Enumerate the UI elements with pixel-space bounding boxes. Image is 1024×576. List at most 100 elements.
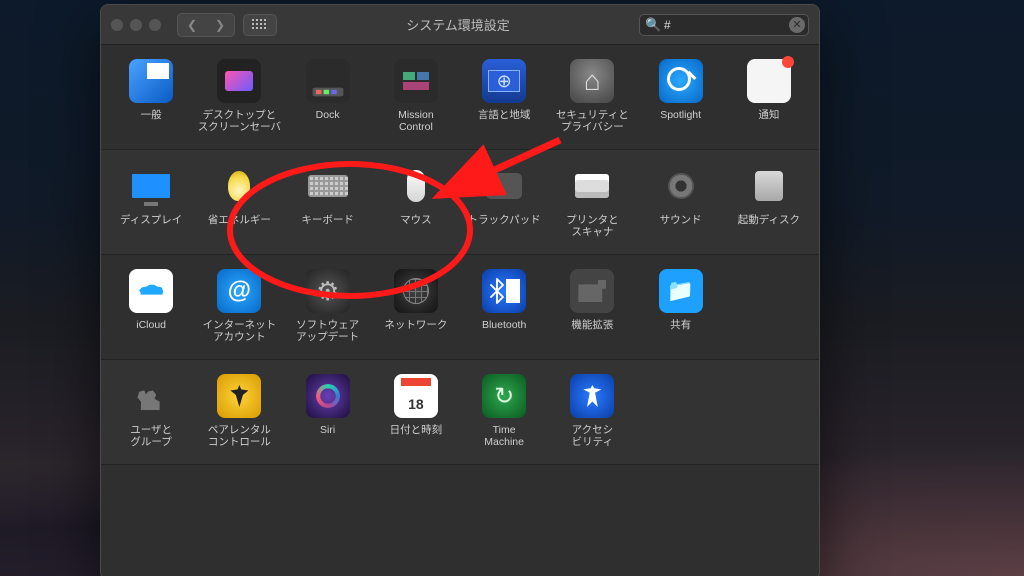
pref-pane-keyboard[interactable]: キーボード [284, 162, 372, 240]
internet-icon [217, 269, 261, 313]
search-field-wrap[interactable]: 🔍 ✕ [639, 14, 809, 36]
network-icon [394, 269, 438, 313]
pref-pane-dock[interactable]: Dock [284, 57, 372, 135]
pref-pane-general[interactable]: 一般 [107, 57, 195, 135]
keyboard-icon [306, 164, 350, 208]
desktop-icon [217, 59, 261, 103]
pref-pane-display[interactable]: ディスプレイ [107, 162, 195, 240]
pref-pane-label: Bluetooth [482, 319, 526, 343]
bt-icon [482, 269, 526, 313]
window-controls[interactable] [111, 19, 161, 31]
pref-pane-mission[interactable]: Mission Control [372, 57, 460, 135]
pref-pane-label: Siri [320, 424, 335, 448]
mission-icon [394, 59, 438, 103]
window-title: システム環境設定 [285, 15, 631, 34]
pref-pane-label: デスクトップと スクリーンセーバ [198, 109, 281, 133]
zoom-window-icon[interactable] [149, 19, 161, 31]
users-icon [129, 374, 173, 418]
pref-pane-label: ディスプレイ [120, 214, 182, 238]
pref-pane-label: ユーザと グループ [130, 424, 172, 448]
pref-pane-label: Spotlight [660, 109, 701, 133]
search-input[interactable] [639, 14, 809, 36]
pref-pane-security[interactable]: セキュリティと プライバシー [548, 57, 636, 135]
pref-pane-label: iCloud [136, 319, 166, 343]
parental-icon [217, 374, 261, 418]
pref-pane-startup[interactable]: 起動ディスク [725, 162, 813, 240]
pref-pane-trackpad[interactable]: トラックパッド [460, 162, 548, 240]
preference-row: ユーザと グループ ペアレンタル コントロール Siri 日付と時刻 Time Mach… [101, 360, 819, 465]
icloud-icon [129, 269, 173, 313]
printers-icon [570, 164, 614, 208]
preference-panes-grid: 一般 デスクトップと スクリーンセーバDock Mission Control 言語と… [101, 45, 819, 576]
energy-icon [217, 164, 261, 208]
preference-row: ディスプレイ 省エネルギー キーボード マウス トラックパッド プリンタと スキャナ サウン… [101, 150, 819, 255]
clear-search-icon[interactable]: ✕ [789, 17, 805, 33]
minimize-window-icon[interactable] [130, 19, 142, 31]
pref-pane-label: インターネット アカウント [203, 319, 277, 343]
nav-back-forward[interactable]: ❮ ❯ [177, 13, 235, 37]
search-icon: 🔍 [645, 17, 661, 33]
close-window-icon[interactable] [111, 19, 123, 31]
pref-pane-energy[interactable]: 省エネルギー [195, 162, 283, 240]
pref-pane-date[interactable]: 日付と時刻 [372, 372, 460, 450]
pref-pane-label: プリンタと スキャナ [566, 214, 619, 238]
show-all-button[interactable] [243, 14, 277, 36]
spotlight-icon [659, 59, 703, 103]
titlebar: ❮ ❯ システム環境設定 🔍 ✕ [101, 5, 819, 45]
pref-pane-swupdate[interactable]: ソフトウェア アップデート [284, 267, 372, 345]
trackpad-icon [482, 164, 526, 208]
pref-pane-label: トラックパッド [468, 214, 541, 238]
pref-pane-label: Mission Control [398, 109, 434, 133]
pref-pane-tm[interactable]: Time Machine [460, 372, 548, 450]
pref-pane-siri[interactable]: Siri [284, 372, 372, 450]
pref-pane-label: 一般 [141, 109, 162, 133]
preference-row: 一般 デスクトップと スクリーンセーバDock Mission Control 言語と… [101, 45, 819, 150]
back-button[interactable]: ❮ [178, 14, 206, 36]
pref-pane-label: ソフトウェア アップデート [296, 319, 359, 343]
pref-pane-network[interactable]: ネットワーク [372, 267, 460, 345]
pref-pane-share[interactable]: 共有 [637, 267, 725, 345]
pref-pane-spotlight[interactable]: Spotlight [637, 57, 725, 135]
startup-icon [747, 164, 791, 208]
swupdate-icon [306, 269, 350, 313]
pref-pane-a11y[interactable]: アクセシ ビリティ [548, 372, 636, 450]
forward-button[interactable]: ❯ [206, 14, 234, 36]
pref-pane-bt[interactable]: Bluetooth [460, 267, 548, 345]
pref-pane-desktop[interactable]: デスクトップと スクリーンセーバ [195, 57, 283, 135]
pref-pane-printers[interactable]: プリンタと スキャナ [548, 162, 636, 240]
pref-pane-label: キーボード [301, 214, 354, 238]
pref-pane-parental[interactable]: ペアレンタル コントロール [195, 372, 283, 450]
pref-pane-label: 通知 [758, 109, 779, 133]
pref-pane-label: 起動ディスク [738, 214, 800, 238]
pref-pane-notify[interactable]: 通知 [725, 57, 813, 135]
pref-pane-label: 言語と地域 [478, 109, 531, 133]
security-icon [570, 59, 614, 103]
ext-icon [570, 269, 614, 313]
pref-pane-label: アクセシ ビリティ [572, 424, 613, 448]
preference-row: iCloud インターネット アカウントソフトウェア アップデート ネットワーク Bl… [101, 255, 819, 360]
pref-pane-label: ペアレンタル コントロール [208, 424, 271, 448]
pref-pane-ext[interactable]: 機能拡張 [548, 267, 636, 345]
pref-pane-label: マウス [400, 214, 432, 238]
system-preferences-window: ❮ ❯ システム環境設定 🔍 ✕ 一般 デスクトップと スクリーンセーバDock M… [100, 4, 820, 576]
pref-pane-internet[interactable]: インターネット アカウント [195, 267, 283, 345]
pref-pane-label: 機能拡張 [571, 319, 613, 343]
pref-pane-label: サウンド [660, 214, 702, 238]
dock-icon [306, 59, 350, 103]
pref-pane-label: 日付と時刻 [390, 424, 443, 448]
pref-pane-users[interactable]: ユーザと グループ [107, 372, 195, 450]
pref-pane-label: 共有 [670, 319, 691, 343]
pref-pane-sound[interactable]: サウンド [637, 162, 725, 240]
pref-pane-lang[interactable]: 言語と地域 [460, 57, 548, 135]
pref-pane-icloud[interactable]: iCloud [107, 267, 195, 345]
siri-icon [306, 374, 350, 418]
pref-pane-label: Time Machine [484, 424, 524, 448]
tm-icon [482, 374, 526, 418]
notify-icon [747, 59, 791, 103]
lang-icon [482, 59, 526, 103]
pref-pane-label: 省エネルギー [208, 214, 271, 238]
pref-pane-label: セキュリティと プライバシー [556, 109, 629, 133]
pref-pane-mouse[interactable]: マウス [372, 162, 460, 240]
sound-icon [659, 164, 703, 208]
pref-pane-label: ネットワーク [384, 319, 447, 343]
